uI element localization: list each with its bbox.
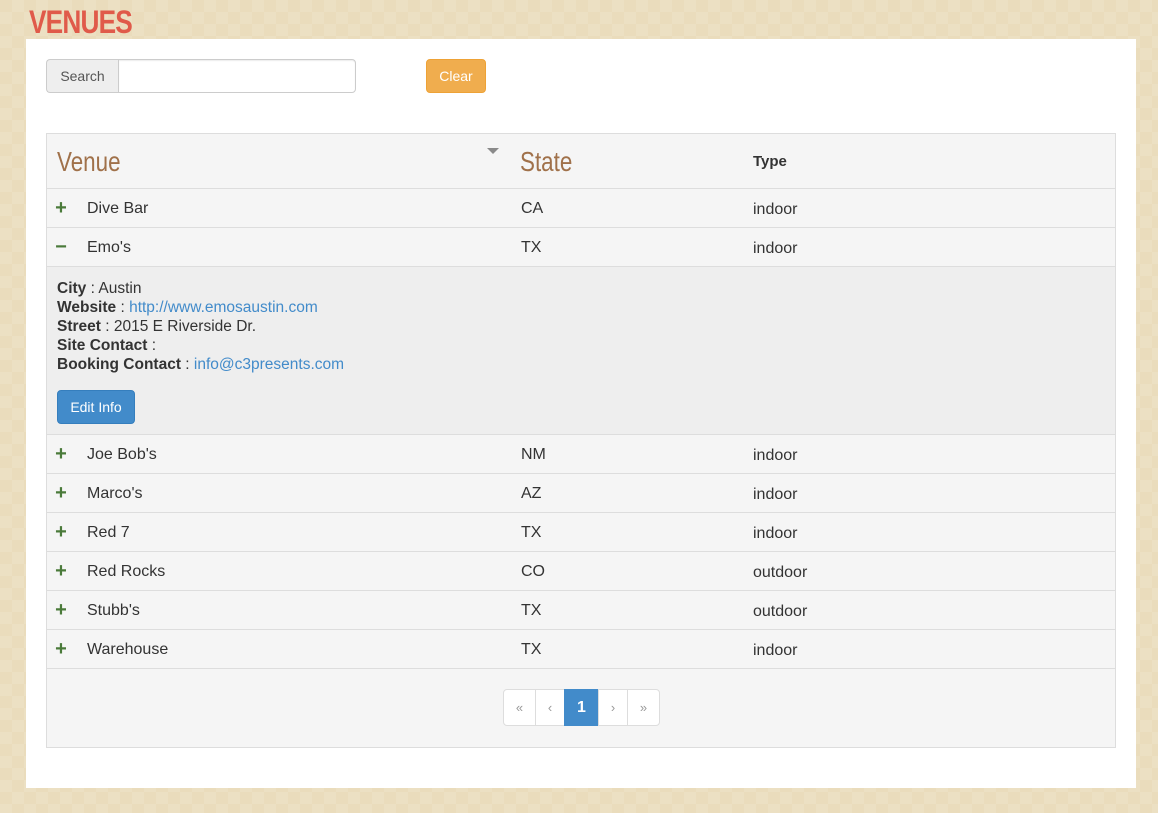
last-page-button[interactable]: » xyxy=(627,689,660,726)
column-header-type: Type xyxy=(753,153,787,170)
cell-type: indoor xyxy=(753,485,798,503)
column-header-state[interactable]: State xyxy=(520,134,572,189)
cell-type: indoor xyxy=(753,446,798,464)
sort-caret-icon[interactable] xyxy=(487,148,499,154)
table-row[interactable]: + Red 7 TX indoor xyxy=(47,513,1115,552)
next-page-button[interactable]: › xyxy=(598,689,628,726)
expand-icon[interactable]: + xyxy=(54,513,68,552)
detail-label: Website xyxy=(57,299,117,316)
main-panel: Search Clear Venue State Type + Dive Bar… xyxy=(26,39,1136,788)
table-row[interactable]: − Emo's TX indoor xyxy=(47,228,1115,267)
cell-venue: Emo's xyxy=(87,238,131,256)
cell-state: NM xyxy=(521,445,546,463)
cell-state: AZ xyxy=(521,484,542,502)
cell-venue: Red Rocks xyxy=(87,562,166,580)
cell-state: TX xyxy=(521,640,542,658)
table-row[interactable]: + Red Rocks CO outdoor xyxy=(47,552,1115,591)
expand-icon[interactable]: + xyxy=(54,552,68,591)
search-input[interactable] xyxy=(118,59,356,93)
page-title: VENUES xyxy=(29,4,133,40)
cell-type: indoor xyxy=(753,239,798,257)
edit-info-button[interactable]: Edit Info xyxy=(57,390,135,424)
detail-booking-contact: Booking Contact : info@c3presents.com xyxy=(57,356,345,373)
table-row[interactable]: + Dive Bar CA indoor xyxy=(47,189,1115,228)
prev-page-button[interactable]: ‹ xyxy=(535,689,565,726)
detail-site-contact: Site Contact : xyxy=(57,337,157,354)
column-header-venue[interactable]: Venue xyxy=(57,134,121,189)
table-row[interactable]: + Marco's AZ indoor xyxy=(47,474,1115,513)
expand-icon[interactable]: + xyxy=(54,189,68,228)
cell-type: outdoor xyxy=(753,563,808,581)
clear-button[interactable]: Clear xyxy=(426,59,486,93)
table-row[interactable]: + Joe Bob's NM indoor xyxy=(47,435,1115,474)
cell-venue: Stubb's xyxy=(87,601,140,619)
cell-venue: Dive Bar xyxy=(87,199,149,217)
cell-type: outdoor xyxy=(753,602,808,620)
first-page-button[interactable]: « xyxy=(503,689,536,726)
venue-details: City : Austin Website : http://www.emosa… xyxy=(47,267,1115,435)
detail-website: Website : http://www.emosaustin.com xyxy=(57,299,318,316)
cell-state: CO xyxy=(521,562,545,580)
table-row[interactable]: + Warehouse TX indoor xyxy=(47,630,1115,669)
search-group: Search xyxy=(46,59,356,93)
website-link[interactable]: http://www.emosaustin.com xyxy=(129,299,318,316)
detail-value: 2015 E Riverside Dr. xyxy=(113,318,257,335)
cell-state: TX xyxy=(521,601,542,619)
detail-label: Site Contact xyxy=(57,337,148,354)
booking-email-link[interactable]: info@c3presents.com xyxy=(194,356,344,373)
collapse-icon[interactable]: − xyxy=(54,228,68,267)
search-label: Search xyxy=(46,59,118,93)
cell-state: TX xyxy=(521,523,542,541)
expand-icon[interactable]: + xyxy=(54,474,68,513)
expand-icon[interactable]: + xyxy=(54,591,68,630)
detail-label: Booking Contact xyxy=(57,356,181,373)
page-1-button[interactable]: 1 xyxy=(564,689,599,726)
cell-type: indoor xyxy=(753,200,798,218)
cell-venue: Warehouse xyxy=(87,640,169,658)
pagination: « ‹ 1 › » xyxy=(503,689,660,726)
expand-icon[interactable]: + xyxy=(54,630,68,669)
detail-label: Street xyxy=(57,318,101,335)
cell-state: TX xyxy=(521,238,542,256)
detail-value: Austin xyxy=(98,280,142,297)
cell-state: CA xyxy=(521,199,544,217)
detail-label: City xyxy=(57,280,87,297)
cell-venue: Marco's xyxy=(87,484,143,502)
table-row[interactable]: + Stubb's TX outdoor xyxy=(47,591,1115,630)
detail-city: City : Austin xyxy=(57,280,142,297)
table-header: Venue State Type xyxy=(47,134,1115,189)
venues-table: Venue State Type + Dive Bar CA indoor − … xyxy=(46,133,1116,748)
cell-type: indoor xyxy=(753,524,798,542)
expand-icon[interactable]: + xyxy=(54,435,68,474)
cell-venue: Joe Bob's xyxy=(87,445,157,463)
cell-venue: Red 7 xyxy=(87,523,130,541)
detail-street: Street : 2015 E Riverside Dr. xyxy=(57,318,257,335)
cell-type: indoor xyxy=(753,641,798,659)
